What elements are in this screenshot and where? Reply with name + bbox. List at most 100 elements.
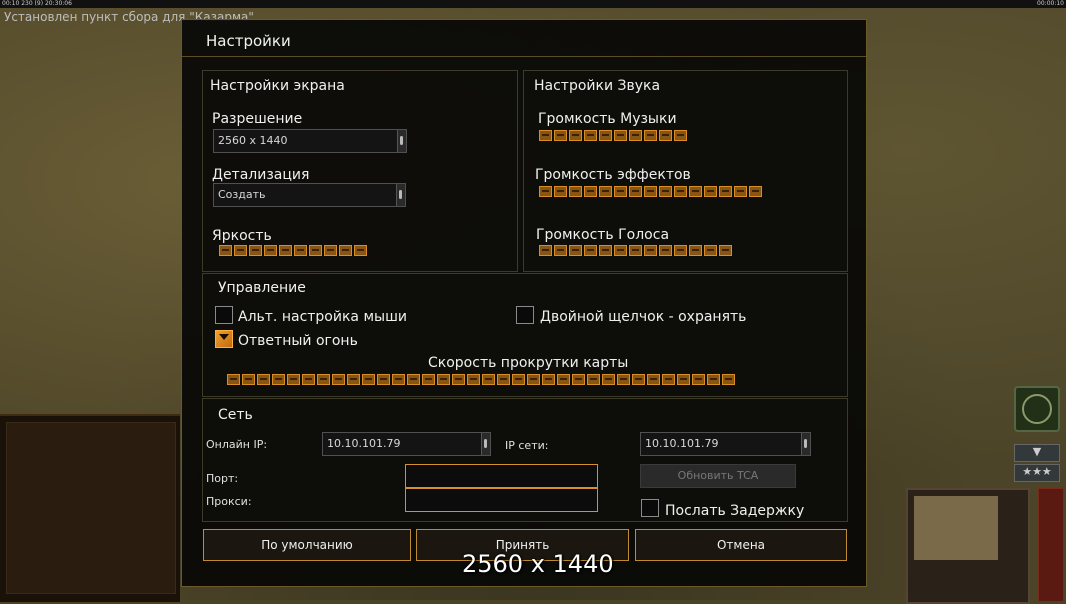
lan-ip-scrollbar[interactable]: [801, 433, 810, 455]
dialog-title-bar: Настройки: [182, 20, 866, 57]
slider-notch: [452, 374, 465, 385]
radar-button[interactable]: [1014, 386, 1060, 432]
detail-select[interactable]: Создать: [213, 183, 406, 207]
slider-notch: [689, 245, 702, 256]
slider-notch: [584, 186, 597, 197]
effects-volume-slider[interactable]: [539, 186, 762, 197]
slider-notch: [707, 374, 720, 385]
double-click-checkbox[interactable]: [516, 306, 534, 324]
slider-notch: [734, 186, 747, 197]
resolution-overlay-caption: 2560 x 1440: [462, 550, 614, 578]
default-button[interactable]: По умолчанию: [203, 529, 411, 561]
music-volume-slider[interactable]: [539, 130, 687, 141]
send-delay-checkbox[interactable]: [641, 499, 659, 517]
slider-notch: [659, 186, 672, 197]
online-ip-select[interactable]: 10.10.101.79: [322, 432, 491, 456]
slider-notch: [467, 374, 480, 385]
slider-notch: [719, 186, 732, 197]
slider-notch: [599, 130, 612, 141]
slider-notch: [599, 245, 612, 256]
slider-notch: [309, 245, 322, 256]
return-fire-checkbox[interactable]: [215, 330, 233, 348]
slider-notch: [234, 245, 247, 256]
slider-notch: [407, 374, 420, 385]
sound-settings-header: Настройки Звука: [534, 78, 661, 94]
slider-notch: [722, 374, 735, 385]
slider-notch: [539, 186, 552, 197]
dialog-title: Настройки: [206, 32, 291, 50]
brightness-slider[interactable]: [219, 245, 367, 256]
alt-mouse-label: Альт. настройка мыши: [238, 309, 407, 325]
voice-volume-slider[interactable]: [539, 245, 732, 256]
slider-notch: [674, 130, 687, 141]
slider-notch: [674, 245, 687, 256]
chevron-down-icon[interactable]: ▼: [1014, 444, 1060, 462]
scroll-speed-slider[interactable]: [227, 374, 735, 385]
slider-notch: [264, 245, 277, 256]
status-counters: 00:10 230 (9) 20:30:06: [2, 0, 72, 7]
online-ip-value: 10.10.101.79: [327, 437, 401, 450]
stars-rank-icon[interactable]: ★★★: [1014, 464, 1060, 482]
cancel-button[interactable]: Отмена: [635, 529, 847, 561]
slider-notch: [362, 374, 375, 385]
slider-notch: [257, 374, 270, 385]
detail-scrollbar[interactable]: [396, 184, 405, 206]
slider-notch: [539, 245, 552, 256]
command-panel-slots: [6, 422, 176, 594]
slider-notch: [497, 374, 510, 385]
settings-dialog: Настройки Настройки экрана Разрешение 25…: [181, 19, 867, 587]
slider-notch: [692, 374, 705, 385]
slider-notch: [332, 374, 345, 385]
scroll-speed-label: Скорость прокрутки карты: [428, 355, 629, 371]
screen-settings-header: Настройки экрана: [210, 78, 345, 94]
network-header: Сеть: [218, 407, 253, 423]
minimap[interactable]: [906, 488, 1030, 604]
slider-notch: [554, 186, 567, 197]
online-ip-scrollbar[interactable]: [481, 433, 490, 455]
game-timer: 00:00:10: [1037, 0, 1064, 7]
voice-volume-label: Громкость Голоса: [536, 227, 670, 243]
slider-notch: [674, 186, 687, 197]
resolution-label: Разрешение: [212, 111, 303, 127]
proxy-label: Прокси:: [206, 495, 252, 508]
slider-notch: [584, 130, 597, 141]
slider-notch: [554, 130, 567, 141]
slider-notch: [632, 374, 645, 385]
proxy-input[interactable]: [405, 488, 598, 512]
minimap-building-preview: [914, 496, 998, 560]
top-status-bar: 00:10 230 (9) 20:30:06 00:00:10: [0, 0, 1066, 8]
slider-notch: [689, 186, 702, 197]
resolution-scrollbar[interactable]: [397, 130, 406, 152]
brightness-label: Яркость: [212, 228, 272, 244]
slider-notch: [227, 374, 240, 385]
slider-notch: [377, 374, 390, 385]
slider-notch: [614, 186, 627, 197]
slider-notch: [287, 374, 300, 385]
detail-label: Детализация: [212, 167, 310, 183]
slider-notch: [647, 374, 660, 385]
slider-notch: [569, 130, 582, 141]
slider-notch: [317, 374, 330, 385]
double-click-label: Двойной щелчок - охранять: [540, 309, 747, 325]
slider-notch: [662, 374, 675, 385]
lan-ip-select[interactable]: 10.10.101.79: [640, 432, 811, 456]
slider-notch: [704, 245, 717, 256]
slider-notch: [629, 186, 642, 197]
slider-notch: [219, 245, 232, 256]
update-tca-button[interactable]: Обновить TCA: [640, 464, 796, 488]
slider-notch: [644, 186, 657, 197]
slider-notch: [557, 374, 570, 385]
slider-notch: [644, 245, 657, 256]
slider-notch: [719, 245, 732, 256]
port-label: Порт:: [206, 472, 239, 485]
slider-notch: [347, 374, 360, 385]
resolution-select[interactable]: 2560 x 1440: [213, 129, 407, 153]
online-ip-label: Онлайн IP:: [206, 438, 268, 451]
slider-notch: [294, 245, 307, 256]
port-input[interactable]: [405, 464, 598, 488]
slider-notch: [554, 245, 567, 256]
slider-notch: [644, 130, 657, 141]
slider-notch: [392, 374, 405, 385]
slider-notch: [324, 245, 337, 256]
alt-mouse-checkbox[interactable]: [215, 306, 233, 324]
